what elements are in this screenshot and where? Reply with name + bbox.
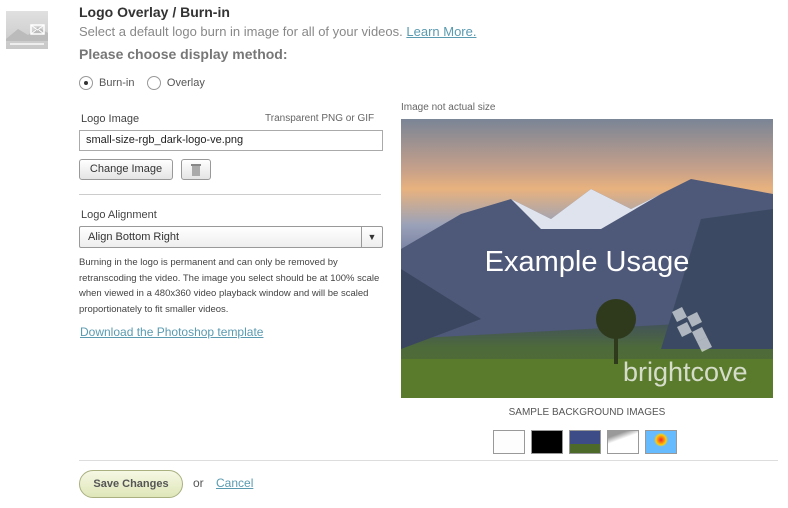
burn-in-radio[interactable] bbox=[79, 75, 93, 90]
logo-image-field[interactable]: small-size-rgb_dark-logo-ve.png bbox=[79, 130, 383, 151]
cancel-link[interactable]: Cancel bbox=[216, 476, 253, 490]
chevron-down-icon: ▼ bbox=[361, 227, 382, 247]
preview-image: Example Usage brightcove bbox=[401, 119, 773, 398]
overlay-radio[interactable] bbox=[146, 75, 161, 90]
page-title: Logo Overlay / Burn-in bbox=[79, 4, 230, 20]
delete-image-button[interactable] bbox=[181, 159, 211, 180]
brightcove-logo-icon bbox=[672, 307, 712, 352]
logo-image-label: Logo Image bbox=[81, 113, 140, 125]
brightcove-logo-text: brightcove bbox=[623, 357, 748, 387]
sample-thumbnails bbox=[493, 430, 683, 459]
footer-divider bbox=[79, 460, 778, 461]
download-template-link[interactable]: Download the Photoshop template bbox=[80, 325, 263, 339]
display-method-group: Burn-in Overlay bbox=[79, 74, 213, 92]
example-usage-text: Example Usage bbox=[484, 246, 690, 278]
divider bbox=[79, 194, 381, 195]
alignment-select[interactable]: Align Bottom Right ▼ bbox=[79, 226, 383, 248]
sample-white[interactable] bbox=[493, 430, 525, 454]
or-text: or bbox=[193, 476, 204, 490]
sample-black[interactable] bbox=[531, 430, 563, 454]
burn-in-label: Burn-in bbox=[99, 76, 135, 89]
sample-balloon[interactable] bbox=[645, 430, 677, 454]
burn-in-note: Burning in the logo is permanent and can… bbox=[79, 257, 380, 315]
alignment-label: Logo Alignment bbox=[81, 209, 157, 221]
subtitle: Select a default logo burn in image for … bbox=[79, 24, 477, 39]
save-changes-button[interactable]: Save Changes bbox=[79, 470, 183, 498]
learn-more-link[interactable]: Learn More. bbox=[406, 24, 476, 39]
samples-title: SAMPLE BACKGROUND IMAGES bbox=[508, 407, 666, 418]
sample-landscape[interactable] bbox=[569, 430, 601, 454]
trash-icon bbox=[191, 164, 201, 176]
module-icon bbox=[6, 11, 48, 49]
logo-image-hint: Transparent PNG or GIF bbox=[265, 113, 375, 124]
sample-snow[interactable] bbox=[607, 430, 639, 454]
preview-caption: Image not actual size bbox=[401, 102, 496, 113]
alignment-value: Align Bottom Right bbox=[88, 231, 180, 243]
change-image-button[interactable]: Change Image bbox=[79, 159, 173, 180]
method-prompt: Please choose display method: bbox=[79, 46, 288, 62]
overlay-label: Overlay bbox=[166, 76, 205, 89]
